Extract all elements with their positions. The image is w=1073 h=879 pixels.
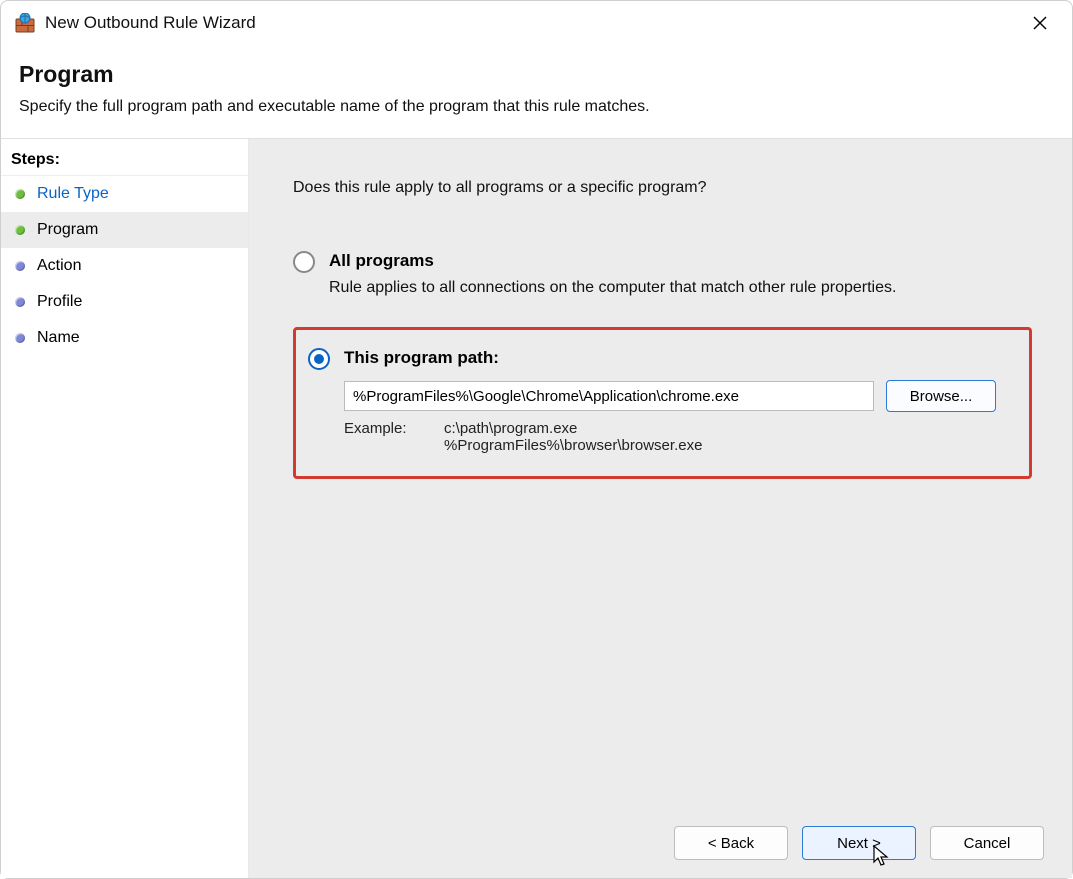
next-button[interactable]: Next > [802, 826, 916, 860]
window-title: New Outbound Rule Wizard [45, 13, 1018, 33]
radio-this-program-path[interactable] [308, 348, 330, 370]
step-dot-icon [15, 261, 25, 271]
option-program-path-box: This program path: Browse... Example: c:… [293, 327, 1032, 479]
step-action[interactable]: Action [1, 248, 248, 284]
step-label: Program [37, 221, 98, 239]
step-name[interactable]: Name [1, 320, 248, 356]
step-label: Action [37, 257, 81, 275]
wizard-window: New Outbound Rule Wizard Program Specify… [0, 0, 1073, 879]
page-subtitle: Specify the full program path and execut… [19, 98, 1054, 116]
question-text: Does this rule apply to all programs or … [293, 179, 1032, 197]
example-label: Example: [344, 420, 444, 454]
wizard-body: Steps: Rule Type Program Action Profile … [1, 138, 1072, 878]
option-all-programs: All programs Rule applies to all connect… [293, 251, 1032, 297]
step-rule-type[interactable]: Rule Type [1, 176, 248, 212]
step-dot-icon [15, 225, 25, 235]
program-path-input[interactable] [344, 381, 874, 411]
step-dot-icon [15, 333, 25, 343]
option-all-desc: Rule applies to all connections on the c… [329, 279, 1032, 297]
wizard-footer: < Back Next > Cancel [674, 826, 1044, 860]
step-dot-icon [15, 189, 25, 199]
step-program[interactable]: Program [1, 212, 248, 248]
step-dot-icon [15, 297, 25, 307]
step-profile[interactable]: Profile [1, 284, 248, 320]
firewall-icon [15, 13, 35, 33]
steps-heading: Steps: [1, 145, 248, 176]
radio-all-programs[interactable] [293, 251, 315, 273]
close-button[interactable] [1018, 1, 1062, 45]
titlebar: New Outbound Rule Wizard [1, 1, 1072, 45]
example-block: Example: c:\path\program.exe %ProgramFil… [344, 420, 1013, 454]
option-all-label: All programs [329, 251, 434, 271]
steps-sidebar: Steps: Rule Type Program Action Profile … [1, 139, 249, 878]
cancel-button[interactable]: Cancel [930, 826, 1044, 860]
browse-button[interactable]: Browse... [886, 380, 996, 412]
step-label: Name [37, 329, 80, 347]
back-button[interactable]: < Back [674, 826, 788, 860]
wizard-header: Program Specify the full program path an… [1, 45, 1072, 138]
step-label: Profile [37, 293, 82, 311]
example-values: c:\path\program.exe %ProgramFiles%\brows… [444, 420, 702, 454]
page-title: Program [19, 61, 1054, 88]
step-label: Rule Type [37, 185, 109, 203]
option-path-label: This program path: [344, 348, 499, 368]
wizard-content: Does this rule apply to all programs or … [249, 139, 1072, 878]
